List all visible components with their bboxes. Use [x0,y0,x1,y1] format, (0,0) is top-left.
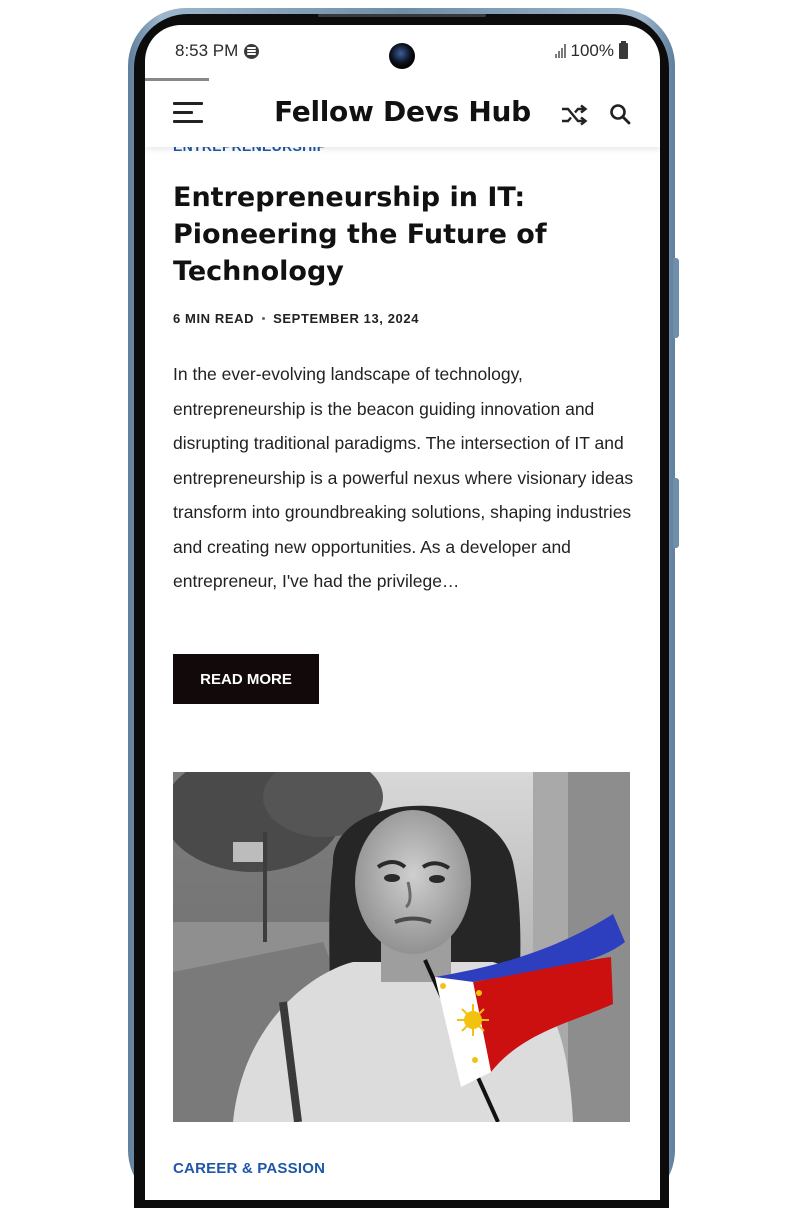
search-icon[interactable] [609,103,631,125]
battery-icon [619,41,628,59]
shuffle-icon[interactable] [560,103,588,127]
status-bar: 8:53 PM 100% [145,25,660,77]
status-time-group: 8:53 PM [175,41,260,61]
site-header: Fellow Devs Hub [145,77,660,147]
status-time: 8:53 PM [175,41,239,60]
featured-image-illustration [173,772,630,1122]
volume-button [673,258,679,338]
notification-icon [244,43,260,59]
status-right: 100% [554,41,628,61]
read-time: 6 MIN READ [173,311,255,326]
front-camera [389,43,415,69]
scroll-progress [145,78,209,81]
next-post-category[interactable]: CAREER & PASSION [173,1160,325,1177]
signal-icon [554,44,566,58]
read-more-button[interactable]: READ MORE [173,654,319,704]
post-title[interactable]: Entrepreneurship in IT: Pioneering the F… [173,179,633,290]
phone-screen: 8:53 PM 100% Fellow Devs Hub Entrepreneu… [145,25,660,1200]
battery-percent: 100% [570,41,614,60]
power-button [673,478,679,548]
post-meta: 6 MIN READ SEPTEMBER 13, 2024 [173,311,419,326]
post-date: SEPTEMBER 13, 2024 [273,311,420,326]
meta-separator [262,317,266,320]
post-excerpt: In the ever-evolving landscape of techno… [173,364,634,591]
earpiece-speaker [318,14,486,17]
featured-image[interactable] [173,772,630,1122]
